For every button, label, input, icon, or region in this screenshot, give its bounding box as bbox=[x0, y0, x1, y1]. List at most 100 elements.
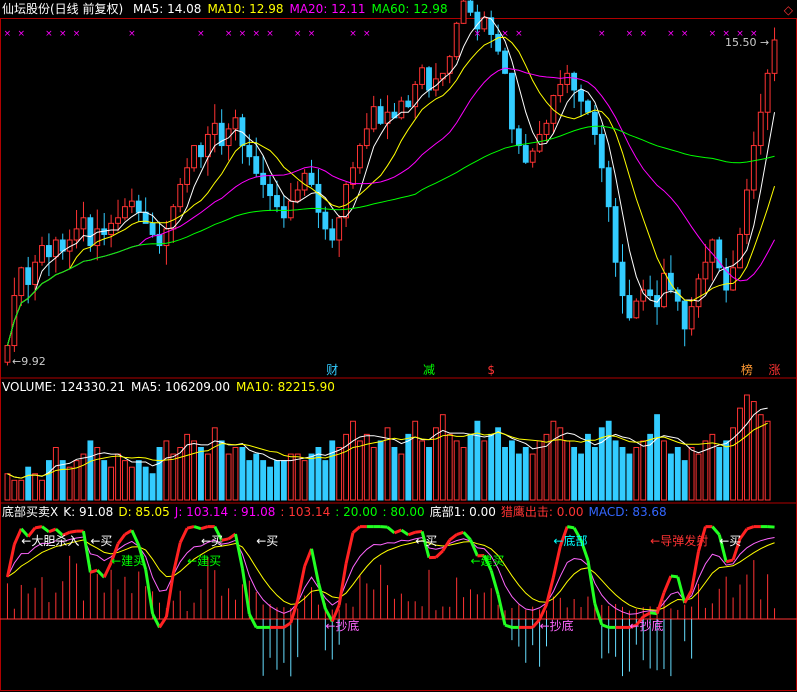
volume-bar bbox=[128, 466, 135, 501]
j-line-segment bbox=[593, 603, 604, 626]
candle-body bbox=[605, 167, 612, 208]
volume-bar bbox=[170, 453, 177, 501]
candle-body bbox=[453, 22, 460, 58]
volume-bar bbox=[626, 453, 633, 501]
candle-body bbox=[52, 239, 59, 258]
candle-body bbox=[543, 122, 550, 135]
volume-bar bbox=[135, 460, 142, 501]
candle-body bbox=[730, 267, 736, 291]
j-line-segment bbox=[504, 623, 513, 629]
candle-body bbox=[419, 67, 426, 85]
j-line-segment bbox=[407, 530, 416, 537]
candle-body bbox=[612, 206, 619, 263]
candle-body bbox=[412, 83, 419, 108]
j-line-segment bbox=[386, 526, 396, 535]
j-line-segment bbox=[642, 611, 651, 618]
candle-body bbox=[260, 172, 267, 185]
volume-bar bbox=[585, 433, 591, 501]
volume-bar bbox=[322, 460, 329, 501]
event-marker[interactable]: $ bbox=[487, 363, 495, 377]
chart-frame bbox=[0, 18, 797, 691]
j-line-segment bbox=[48, 527, 57, 534]
event-marker[interactable]: 减 bbox=[423, 363, 435, 377]
j-line-segment bbox=[247, 613, 258, 629]
volume-bar bbox=[426, 447, 432, 501]
volume-bar bbox=[280, 460, 287, 501]
candle-body bbox=[336, 217, 343, 241]
volume-bar bbox=[239, 447, 246, 501]
candle-body bbox=[529, 150, 536, 163]
top-marker: × bbox=[128, 29, 136, 39]
j-line-segment bbox=[400, 528, 410, 537]
candle-body bbox=[232, 117, 239, 130]
j-line-segment bbox=[655, 592, 666, 615]
j-line-segment bbox=[489, 570, 500, 595]
top-marker: × bbox=[598, 29, 606, 39]
volume-bar bbox=[370, 447, 377, 501]
top-marker: × bbox=[639, 29, 647, 39]
signal-annotation: ←买 bbox=[719, 534, 741, 548]
candle-body bbox=[363, 128, 370, 147]
volume-bar bbox=[522, 447, 529, 501]
volume-bar bbox=[515, 453, 522, 501]
volume-bar bbox=[73, 460, 80, 501]
corner-diamond-icon[interactable]: ◇ bbox=[784, 3, 793, 17]
candle-body bbox=[647, 289, 654, 297]
candle-body bbox=[398, 100, 405, 119]
volume-bar bbox=[350, 420, 356, 501]
volume-bar bbox=[633, 447, 640, 501]
top-marker: × bbox=[45, 29, 53, 39]
candle-body bbox=[467, 0, 474, 13]
signal-annotation: ←买 bbox=[256, 534, 278, 548]
volume-bar bbox=[495, 427, 502, 501]
candle-body bbox=[426, 67, 432, 91]
low-price-label: ←9.92 bbox=[12, 355, 46, 368]
candle-body bbox=[191, 145, 197, 169]
volume-bar bbox=[661, 440, 667, 501]
j-line-segment bbox=[158, 616, 168, 629]
volume-bar bbox=[412, 420, 419, 501]
candle-body bbox=[481, 17, 488, 30]
volume-bar bbox=[232, 447, 239, 501]
volume-bar bbox=[59, 460, 66, 501]
event-marker[interactable]: 财 bbox=[326, 363, 338, 377]
volume-bar bbox=[163, 440, 170, 501]
top-marker: × bbox=[266, 29, 274, 39]
volume-bar bbox=[225, 453, 232, 501]
top-marker: × bbox=[197, 29, 205, 39]
top-marker: × bbox=[294, 29, 302, 39]
volume-bar bbox=[737, 407, 743, 501]
signal-annotation: ←抄底 bbox=[629, 618, 663, 633]
volume-bar bbox=[308, 453, 315, 501]
volume-bar bbox=[39, 479, 45, 501]
candle-body bbox=[502, 50, 508, 74]
candle-body bbox=[322, 211, 329, 230]
signal-annotation: ←底部 bbox=[553, 533, 587, 548]
top-marker: × bbox=[4, 29, 12, 39]
volume-bar bbox=[315, 447, 322, 501]
candle-body bbox=[39, 245, 45, 263]
candle-body bbox=[4, 345, 11, 363]
volume-bar bbox=[743, 394, 750, 501]
j-line-segment bbox=[448, 533, 458, 542]
volume-bar bbox=[377, 440, 384, 501]
j-line-segment bbox=[456, 530, 465, 537]
candle-body bbox=[578, 89, 584, 102]
event-marker[interactable]: 涨 bbox=[769, 362, 781, 377]
j-line-segment bbox=[586, 560, 597, 604]
event-marker[interactable]: 榜 bbox=[741, 362, 753, 377]
candle-body bbox=[18, 267, 25, 297]
top-marker: × bbox=[225, 29, 233, 39]
candle-body bbox=[135, 200, 142, 213]
j-line-segment bbox=[116, 533, 127, 545]
volume-bar bbox=[274, 460, 280, 501]
candle-body bbox=[377, 106, 384, 124]
candle-body bbox=[370, 106, 377, 130]
volume-bar bbox=[108, 466, 115, 501]
j-line-segment bbox=[283, 621, 292, 629]
volume-bar bbox=[681, 460, 688, 501]
j-line-segment bbox=[240, 568, 251, 615]
j-line-segment bbox=[531, 618, 541, 629]
candle-body bbox=[405, 100, 412, 108]
candle-body bbox=[115, 217, 121, 224]
